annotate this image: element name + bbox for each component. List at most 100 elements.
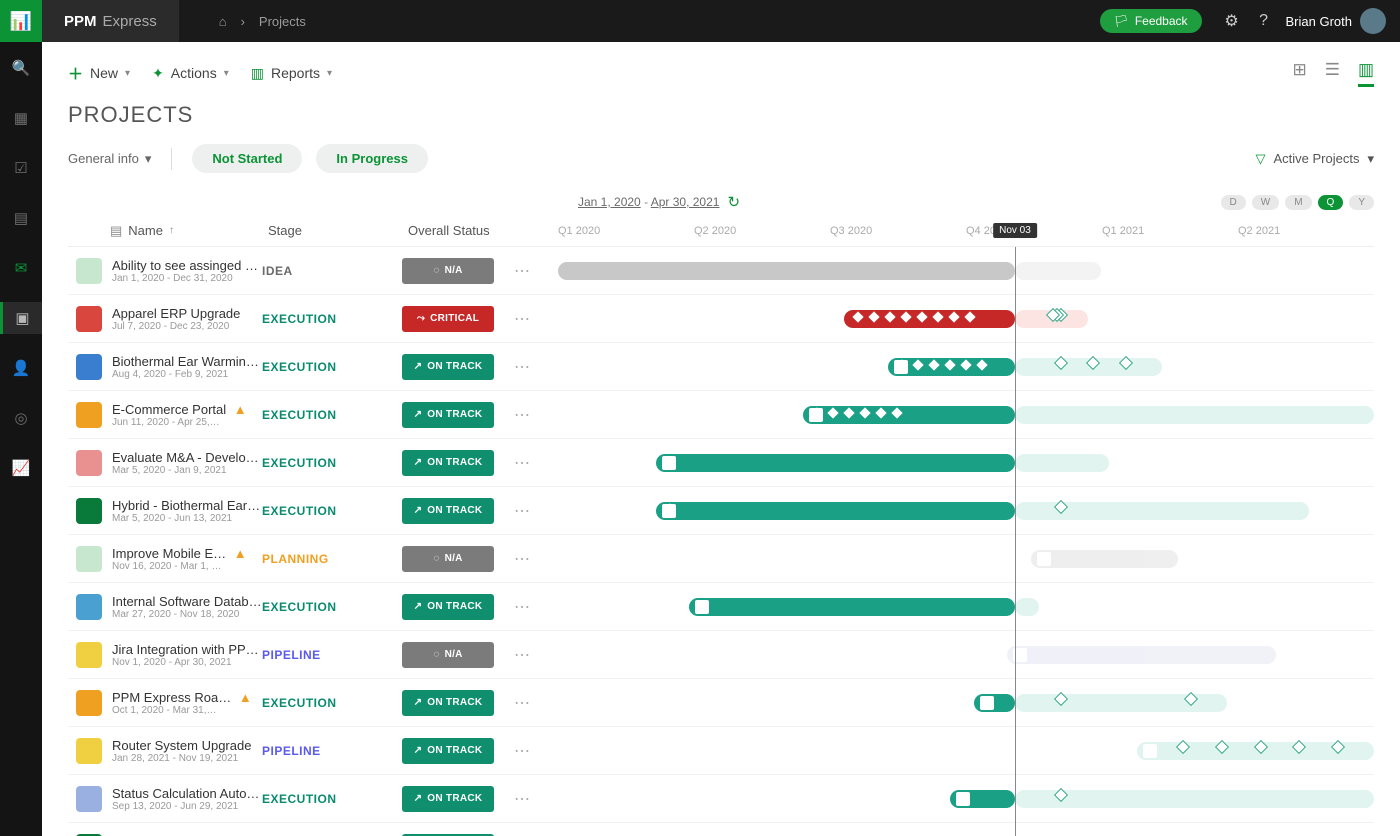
gantt-bar[interactable] xyxy=(1015,406,1374,424)
more-menu-icon[interactable]: ⋯ xyxy=(507,549,537,569)
more-menu-icon[interactable]: ⋯ xyxy=(507,597,537,617)
more-menu-icon[interactable]: ⋯ xyxy=(507,789,537,809)
status-icon: ↗ xyxy=(414,409,423,420)
gantt-bar[interactable] xyxy=(558,262,1015,280)
project-row[interactable]: Hybrid - Biothermal Ear… Mar 5, 2020 - J… xyxy=(68,487,1374,535)
gantt-bar[interactable] xyxy=(1015,790,1374,808)
project-icon xyxy=(76,594,102,620)
view-timeline-icon[interactable]: ▥ xyxy=(1358,60,1374,87)
action-toolbar: ＋ New ▾ ✦ Actions ▾ ▥ Reports ▾ ⊞ ☰ ▥ xyxy=(68,56,1374,90)
more-menu-icon[interactable]: ⋯ xyxy=(507,261,537,281)
app-brand[interactable]: PPM Express xyxy=(42,0,179,42)
view-list-icon[interactable]: ☰ xyxy=(1325,60,1340,87)
gantt-bar[interactable] xyxy=(1031,550,1178,568)
feedback-button[interactable]: 🏳 Feedback xyxy=(1100,9,1202,33)
breadcrumb-section[interactable]: Projects xyxy=(259,14,306,29)
more-menu-icon[interactable]: ⋯ xyxy=(507,645,537,665)
range-end[interactable]: Apr 30, 2021 xyxy=(651,195,720,209)
project-row[interactable]: Ability to see assinged … Jan 1, 2020 - … xyxy=(68,247,1374,295)
rail-report-icon[interactable]: ▤ xyxy=(0,202,42,234)
rail-chart-icon[interactable]: 📈 xyxy=(0,452,42,484)
rail-dashboard-icon[interactable]: ▦ xyxy=(0,102,42,134)
project-stage: EXECUTION xyxy=(262,696,402,710)
project-row[interactable]: Biothermal Ear Warmin… Aug 4, 2020 - Feb… xyxy=(68,343,1374,391)
user-menu[interactable]: Brian Groth xyxy=(1286,8,1386,34)
flag-icon: 🏳 xyxy=(1114,14,1129,28)
gantt-bar[interactable] xyxy=(974,694,1015,712)
more-menu-icon[interactable]: ⋯ xyxy=(507,693,537,713)
filter-not-started[interactable]: Not Started xyxy=(192,144,302,173)
new-button[interactable]: ＋ New ▾ xyxy=(68,63,130,84)
gantt-bar[interactable] xyxy=(888,358,1014,376)
gantt-bar[interactable] xyxy=(950,790,1015,808)
reports-button[interactable]: ▥ Reports ▾ xyxy=(251,65,332,82)
gantt-bar[interactable] xyxy=(656,454,1015,472)
status-icon: ↗ xyxy=(414,361,423,372)
home-icon[interactable]: ⌂ xyxy=(219,14,227,29)
settings-icon[interactable]: ⚙ xyxy=(1216,11,1248,31)
gantt-bar[interactable] xyxy=(844,310,1015,328)
gantt-bar[interactable] xyxy=(656,502,1015,520)
project-icon xyxy=(76,642,102,668)
gantt-bar[interactable] xyxy=(803,406,1015,424)
project-row[interactable]: E-Commerce Portal ▲ Jun 11, 2020 - Apr 2… xyxy=(68,391,1374,439)
project-row[interactable]: Improve Mobile E… ▲ Nov 16, 2020 - Mar 1… xyxy=(68,535,1374,583)
project-name: Ability to see assinged … xyxy=(112,258,262,273)
col-status[interactable]: Overall Status xyxy=(408,223,558,238)
filter-in-progress[interactable]: In Progress xyxy=(316,144,428,173)
gantt-bar[interactable] xyxy=(1015,598,1039,616)
project-row[interactable]: Internal Software Datab… Mar 27, 2020 - … xyxy=(68,583,1374,631)
more-menu-icon[interactable]: ⋯ xyxy=(507,309,537,329)
project-row[interactable]: Status Calculation Auto… Sep 13, 2020 - … xyxy=(68,775,1374,823)
date-range[interactable]: Jan 1, 2020 - Apr 30, 2021 xyxy=(578,195,719,209)
project-row[interactable]: Router System Upgrade Jan 28, 2021 - Nov… xyxy=(68,727,1374,775)
col-name[interactable]: ▤ Name ↑ xyxy=(68,223,268,239)
zoom-quarter[interactable]: Q xyxy=(1318,195,1344,210)
more-menu-icon[interactable]: ⋯ xyxy=(507,501,537,521)
view-grid-icon[interactable]: ⊞ xyxy=(1292,60,1306,87)
project-stage: EXECUTION xyxy=(262,600,402,614)
project-dates: Jun 11, 2020 - Apr 25,… xyxy=(112,417,262,428)
gantt-bar[interactable] xyxy=(1015,262,1101,280)
col-stage[interactable]: Stage xyxy=(268,223,408,238)
rail-globe-icon[interactable]: ◎ xyxy=(0,402,42,434)
rail-check-icon[interactable]: ☑ xyxy=(0,152,42,184)
rail-inbox-icon[interactable]: ✉ xyxy=(0,252,42,284)
project-dates: Jan 1, 2020 - Dec 31, 2020 xyxy=(112,273,262,284)
rail-projects-icon[interactable]: ▣ xyxy=(0,302,42,334)
project-name: Improve Mobile E… ▲ xyxy=(112,546,262,561)
gantt-bar[interactable] xyxy=(689,598,1015,616)
zoom-month[interactable]: M xyxy=(1285,195,1311,210)
project-row[interactable]: Jira Integration with PP… Nov 1, 2020 - … xyxy=(68,631,1374,679)
more-menu-icon[interactable]: ⋯ xyxy=(507,741,537,761)
project-name: Biothermal Ear Warmin… xyxy=(112,354,262,369)
project-row[interactable]: Training Program Plann… Aug 30, 2020 - A… xyxy=(68,823,1374,836)
gantt-bar[interactable] xyxy=(1007,646,1276,664)
gantt-bar[interactable] xyxy=(1015,454,1109,472)
more-menu-icon[interactable]: ⋯ xyxy=(507,453,537,473)
project-row[interactable]: Evaluate M&A - Develo… Mar 5, 2020 - Jan… xyxy=(68,439,1374,487)
project-row[interactable]: Apparel ERP Upgrade Jul 7, 2020 - Dec 23… xyxy=(68,295,1374,343)
refresh-icon[interactable]: ↻ xyxy=(727,193,740,211)
chevron-down-icon: ▾ xyxy=(125,68,130,79)
project-stage: EXECUTION xyxy=(262,360,402,374)
general-info-dropdown[interactable]: General info ▾ xyxy=(68,151,151,167)
project-dates: Jul 7, 2020 - Dec 23, 2020 xyxy=(112,321,262,332)
zoom-day[interactable]: D xyxy=(1221,195,1246,210)
more-menu-icon[interactable]: ⋯ xyxy=(507,357,537,377)
rail-search-icon[interactable]: 🔍 xyxy=(0,52,42,84)
more-menu-icon[interactable]: ⋯ xyxy=(507,405,537,425)
app-logo[interactable]: 📊 xyxy=(0,0,42,42)
gantt-cell xyxy=(558,487,1374,535)
active-projects-filter[interactable]: ▽ Active Projects ▾ xyxy=(1255,151,1374,167)
user-name: Brian Groth xyxy=(1286,14,1352,29)
project-row[interactable]: PPM Express Roa… ▲ Oct 1, 2020 - Mar 31,… xyxy=(68,679,1374,727)
rail-people-icon[interactable]: 👤 xyxy=(0,352,42,384)
zoom-year[interactable]: Y xyxy=(1349,195,1374,210)
help-icon[interactable]: ? xyxy=(1248,12,1280,30)
project-name: Evaluate M&A - Develo… xyxy=(112,450,262,465)
range-start[interactable]: Jan 1, 2020 xyxy=(578,195,641,209)
warning-icon: ▲ xyxy=(239,690,252,705)
actions-button[interactable]: ✦ Actions ▾ xyxy=(152,65,229,82)
zoom-week[interactable]: W xyxy=(1252,195,1279,210)
